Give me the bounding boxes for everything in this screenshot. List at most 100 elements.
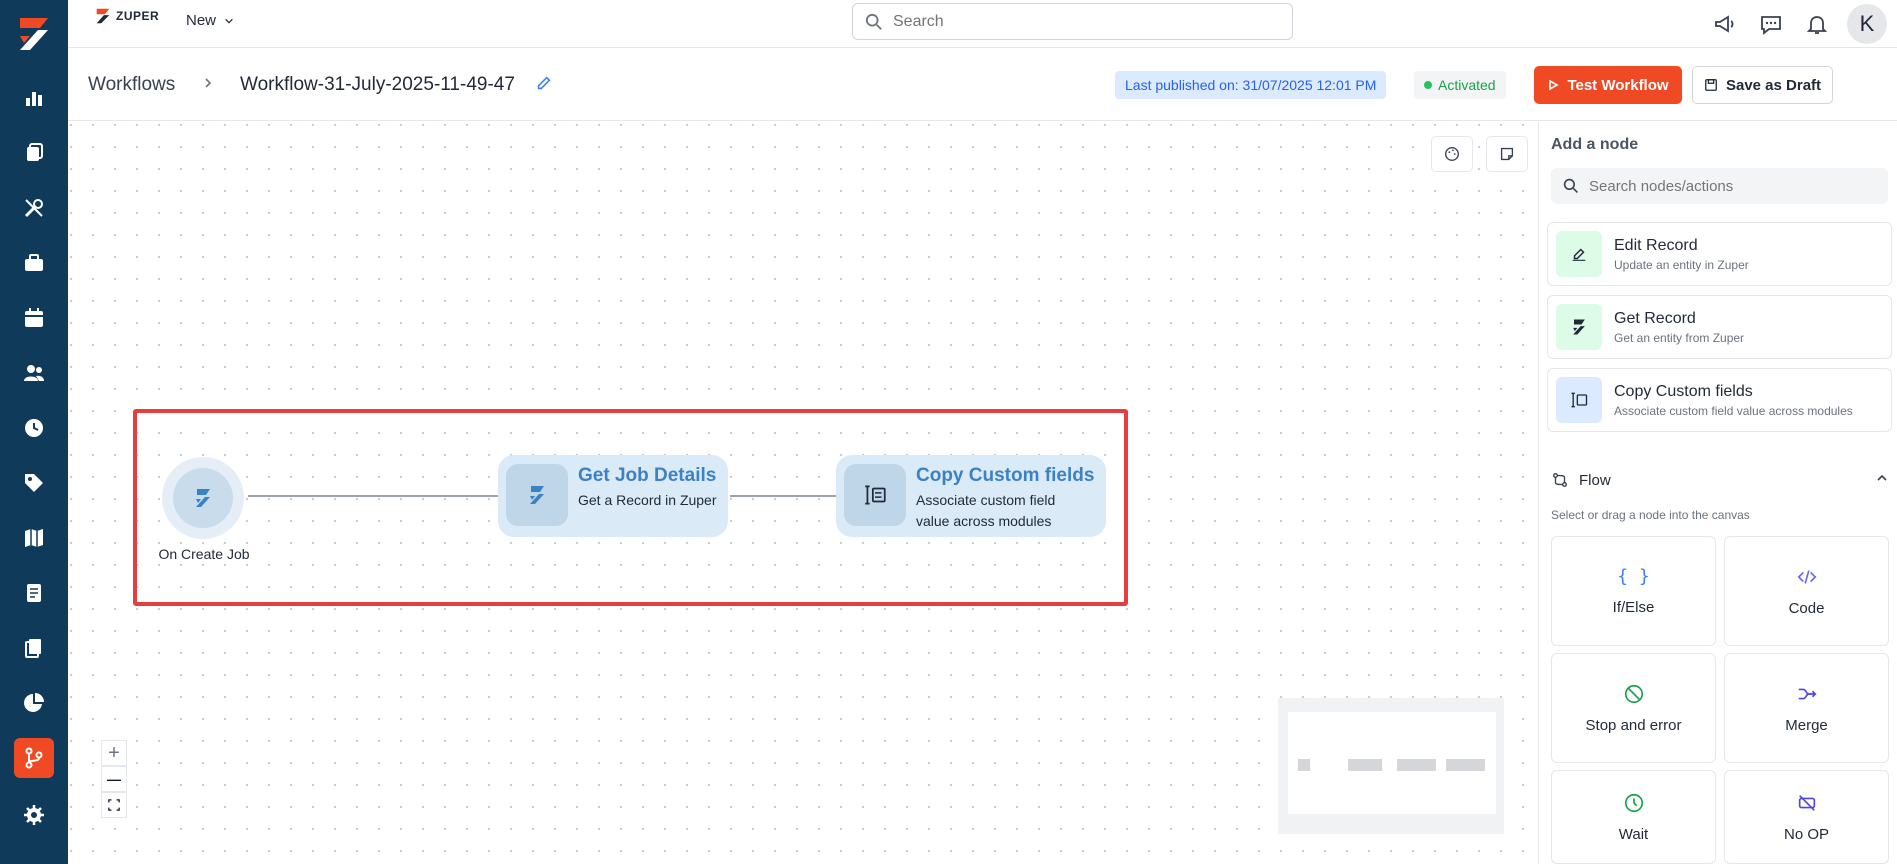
node-card-text: Copy Custom fields Associate custom fiel… (1614, 383, 1853, 418)
search-icon (1563, 178, 1578, 193)
chat-icon[interactable] (1755, 8, 1787, 40)
trigger-node[interactable] (162, 457, 244, 539)
sidebar-briefcase-icon[interactable] (14, 243, 54, 283)
test-workflow-label: Test Workflow (1567, 76, 1669, 94)
user-avatar[interactable]: K (1847, 4, 1887, 44)
canvas-sticky-note-button[interactable] (1486, 136, 1528, 172)
fit-view-button[interactable] (101, 792, 127, 818)
node-copy-custom-fields[interactable]: Copy Custom fields Associate custom fiel… (836, 455, 1106, 537)
sidebar-timesheet-icon[interactable] (14, 408, 54, 448)
brand-name: ZUPER (116, 9, 160, 23)
node-subtitle: Get a Record in Zuper (578, 492, 717, 508)
canvas-palette-button[interactable] (1431, 136, 1473, 172)
status-dot-icon (1424, 81, 1432, 89)
flow-section-header[interactable]: Flow (1551, 468, 1888, 492)
node-card-edit-record[interactable]: Edit Record Update an entity in Zuper (1547, 222, 1892, 286)
top-actions: K (1709, 4, 1887, 44)
node-card-text: Get Record Get an entity from Zuper (1614, 310, 1744, 345)
announcements-icon[interactable] (1709, 8, 1741, 40)
merge-icon (1798, 688, 1816, 699)
flow-tile-label: Wait (1618, 825, 1649, 843)
stop-icon (1624, 684, 1643, 703)
sidebar-tag-icon[interactable] (14, 463, 54, 503)
sidebar-users-icon[interactable] (14, 353, 54, 393)
sidebar-dashboard-icon[interactable] (14, 78, 54, 118)
global-search[interactable] (852, 3, 1293, 40)
search-input[interactable] (893, 12, 1273, 31)
node-card-title: Get Record (1614, 309, 1696, 327)
flow-tile-label: No OP (1783, 825, 1829, 843)
node-get-job-details[interactable]: Get Job Details Get a Record in Zuper (498, 455, 728, 537)
save-as-draft-button[interactable]: Save as Draft (1692, 66, 1833, 104)
edit-icon (1556, 231, 1602, 277)
sticky-note-icon (1500, 147, 1514, 161)
flow-tile-label: Code (1788, 599, 1825, 617)
flow-tile-merge[interactable]: Merge (1724, 653, 1889, 763)
sidebar-settings-icon[interactable] (14, 795, 54, 835)
brand-logo[interactable]: ZUPER (94, 7, 159, 25)
flow-tile-wait[interactable]: Wait (1551, 770, 1716, 864)
zuper-icon (1556, 304, 1602, 350)
sidebar-tools-icon[interactable] (14, 188, 54, 228)
top-bar: ZUPER New K (68, 0, 1897, 48)
flow-tile-if-else[interactable]: { } If/Else (1551, 536, 1716, 646)
node-card-copy-custom-fields[interactable]: Copy Custom fields Associate custom fiel… (1547, 368, 1892, 432)
zuper-logo-icon[interactable] (10, 10, 58, 58)
node-card-subtitle: Associate custom field value across modu… (1614, 403, 1853, 418)
node-get-job-icon-wrap (506, 464, 568, 526)
chevron-up-icon[interactable] (1876, 472, 1888, 484)
palette-icon (1445, 147, 1459, 161)
minimap-node-block (1397, 759, 1436, 771)
sidebar-map-icon[interactable] (14, 518, 54, 558)
sidebar-documents-icon[interactable] (14, 628, 54, 668)
sidebar-reports-icon[interactable] (14, 683, 54, 723)
node-card-title: Edit Record (1614, 236, 1698, 254)
breadcrumb-workflows[interactable]: Workflows (88, 74, 175, 96)
minimap-node-block (1446, 759, 1485, 771)
zoom-out-button[interactable]: — (101, 766, 127, 792)
node-card-text: Edit Record Update an entity in Zuper (1614, 237, 1749, 272)
flow-hint: Select or drag a node into the canvas (1551, 508, 1750, 522)
sidebar-invoice-icon[interactable] (14, 573, 54, 613)
flow-icon (1553, 473, 1567, 487)
node-copy-fields-text: Copy Custom fields Associate custom fiel… (916, 464, 1094, 532)
workflow-canvas[interactable]: On Create Job Get Job Details Get a Reco… (68, 122, 1538, 864)
node-card-title: Copy Custom fields (1614, 382, 1753, 400)
no-op-icon (1798, 794, 1815, 811)
node-card-get-record[interactable]: Get Record Get an entity from Zuper (1547, 295, 1892, 359)
node-search-input[interactable] (1589, 177, 1869, 195)
node-card-subtitle: Update an entity in Zuper (1614, 257, 1749, 272)
save-as-draft-label: Save as Draft (1725, 76, 1822, 94)
notifications-bell-icon[interactable] (1801, 8, 1833, 40)
fit-view-icon (108, 799, 120, 811)
node-subtitle-line-2: value across modules (916, 513, 1052, 529)
minimap-node-block (1348, 759, 1382, 771)
zoom-in-button[interactable]: + (101, 740, 127, 766)
clock-icon (1624, 793, 1643, 812)
edit-title-pencil-icon[interactable] (535, 74, 553, 97)
node-title: Copy Custom fields (916, 465, 1095, 486)
zuper-icon (530, 486, 544, 504)
node-title: Get Job Details (578, 465, 717, 486)
sidebar (0, 0, 68, 864)
flow-tile-label: Stop and error (1585, 716, 1682, 734)
flow-tile-code[interactable]: Code (1724, 536, 1889, 646)
node-subtitle-line-1: Associate custom field (916, 492, 1056, 508)
braces-icon: { } (1617, 566, 1650, 587)
new-button-label: New (186, 12, 217, 29)
code-icon (1797, 569, 1816, 584)
sidebar-jobs-icon[interactable] (14, 133, 54, 173)
flow-tile-stop-and-error[interactable]: Stop and error (1551, 653, 1716, 763)
test-workflow-button[interactable]: Test Workflow (1534, 66, 1682, 104)
new-button[interactable]: New (186, 12, 234, 29)
trigger-node-label: On Create Job (158, 546, 250, 562)
flow-tile-label: If/Else (1612, 599, 1655, 616)
flow-tile-no-op[interactable]: No OP (1724, 770, 1889, 864)
node-search[interactable] (1551, 168, 1888, 204)
last-published-badge: Last published on: 31/07/2025 12:01 PM (1115, 71, 1387, 99)
workflow-header: Workflows Workflow-31-July-2025-11-49-47… (68, 49, 1897, 121)
sidebar-calendar-icon[interactable] (14, 298, 54, 338)
sidebar-workflows-icon[interactable] (14, 738, 54, 778)
minimap[interactable] (1278, 698, 1504, 834)
save-icon (1705, 79, 1717, 91)
